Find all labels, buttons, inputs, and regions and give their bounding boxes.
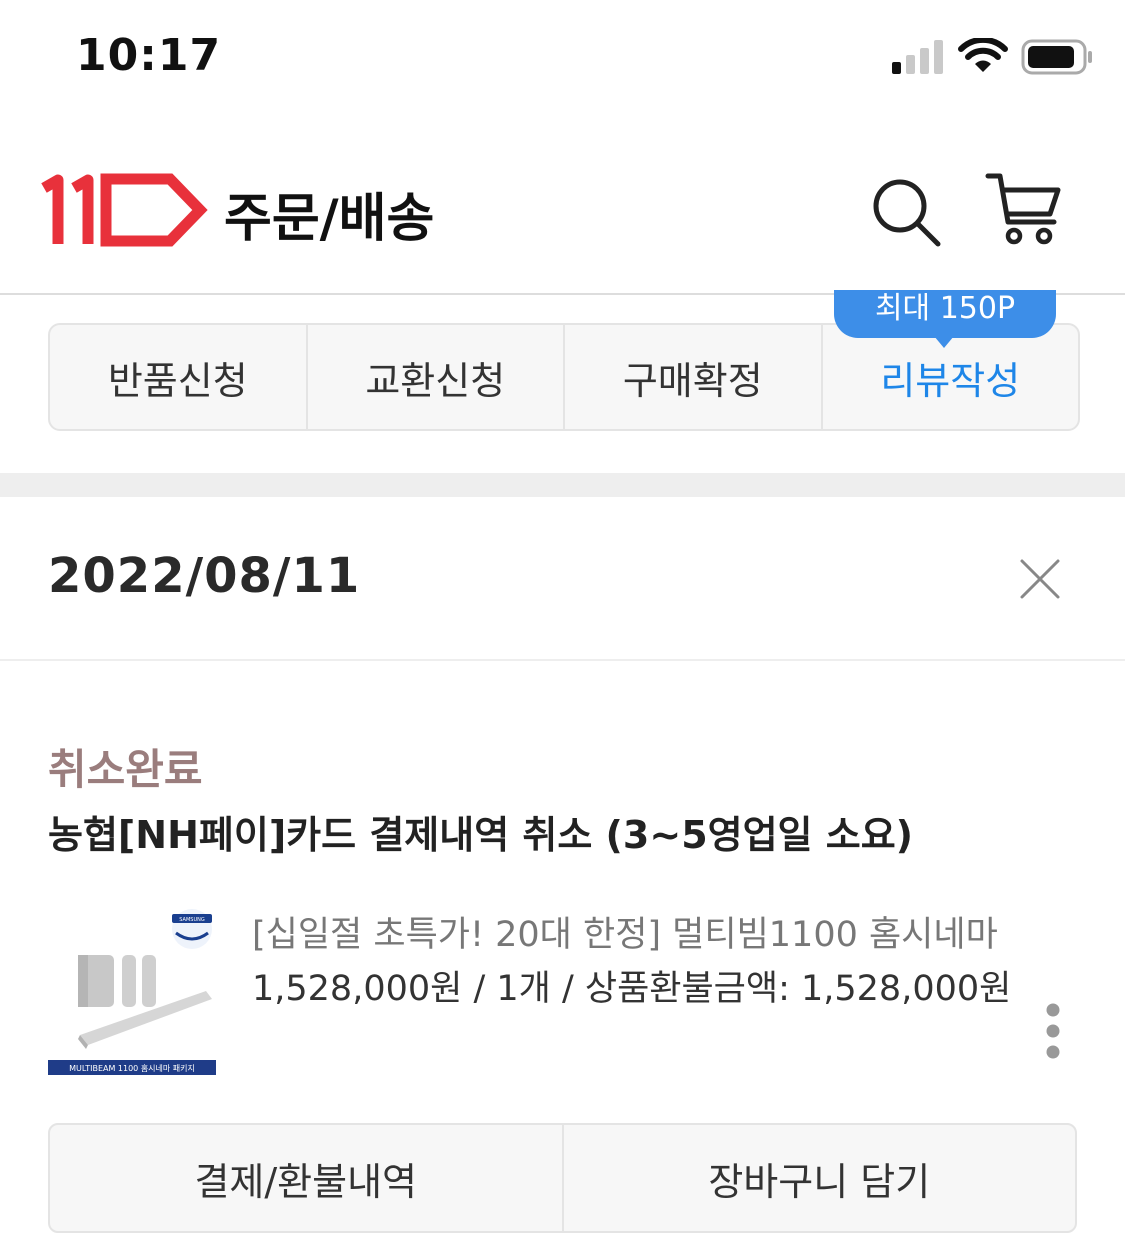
page-title: 주문/배송	[224, 189, 435, 249]
thumb-caption-text: MULTIBEAM 1100 홈시네마 패키지	[69, 1063, 195, 1073]
cellular-signal-icon	[892, 40, 943, 74]
exchange-request-button[interactable]: 교환신청	[308, 325, 565, 429]
section-divider	[0, 473, 1125, 497]
refund-description: 농협[NH페이]카드 결제내역 취소 (3~5영업일 소요)	[48, 813, 914, 857]
status-time: 10:17	[76, 30, 222, 81]
bottom-actions: 결제/환불내역 장바구니 담기	[48, 1123, 1077, 1233]
review-points-badge: 최대 150P	[834, 290, 1056, 338]
order-status: 취소완료	[48, 745, 203, 794]
more-options-icon[interactable]	[1040, 1000, 1066, 1064]
thumb-brand-text: SAMSUNG	[179, 917, 205, 923]
return-request-button[interactable]: 반품신청	[50, 325, 308, 429]
11st-logo[interactable]	[40, 172, 210, 248]
payment-refund-history-button[interactable]: 결제/환불내역	[50, 1125, 564, 1231]
purchase-confirm-button[interactable]: 구매확정	[565, 325, 823, 429]
battery-icon	[1021, 39, 1092, 75]
product-thumbnail[interactable]: SAMSUNG MULTIBEAM 1100 홈시네마 패키지	[48, 905, 216, 1077]
app-header: 주문/배송	[0, 140, 1125, 295]
add-to-cart-button[interactable]: 장바구니 담기	[564, 1125, 1076, 1231]
search-icon[interactable]	[870, 176, 942, 248]
product-name[interactable]: [십일절 초특가! 20대 한정] 멀티빔1100 홈시네마	[252, 906, 998, 957]
samsung-badge-icon: SAMSUNG	[172, 909, 212, 949]
close-icon[interactable]	[1018, 557, 1062, 601]
review-badge-tail	[934, 336, 954, 348]
status-bar: 10:17	[0, 0, 1125, 110]
product-price-line: 1,528,000원 / 1개 / 상품환불금액: 1,528,000원	[252, 969, 1012, 1009]
wifi-icon	[958, 38, 1008, 72]
order-action-tabs: 반품신청 교환신청 구매확정 리뷰작성	[48, 323, 1080, 431]
date-divider	[0, 659, 1125, 661]
order-date: 2022/08/11	[48, 548, 361, 604]
cart-icon[interactable]	[984, 170, 1064, 250]
